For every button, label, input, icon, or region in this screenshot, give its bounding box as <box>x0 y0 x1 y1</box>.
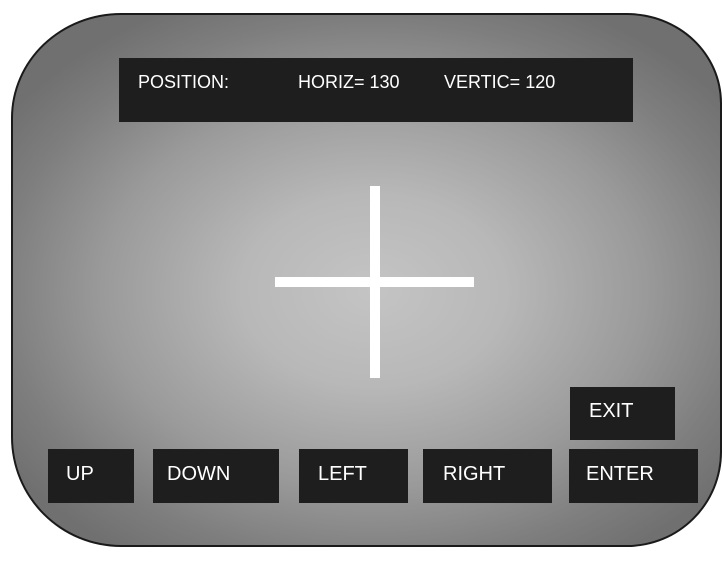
horiz-value: 130 <box>369 72 400 92</box>
left-button[interactable]: LEFT <box>299 449 408 503</box>
right-button[interactable]: RIGHT <box>423 449 552 503</box>
exit-button[interactable]: EXIT <box>570 387 675 440</box>
crosshair-horizontal-line <box>275 277 474 287</box>
position-label: POSITION: <box>138 72 230 92</box>
down-button[interactable]: DOWN <box>153 449 279 503</box>
vertic-value: 120 <box>525 72 556 92</box>
up-button[interactable]: UP <box>48 449 134 503</box>
display-screen: POSITION: HORIZ= 130 VERTIC= 120 EXIT UP… <box>11 13 722 547</box>
vertic-readout: VERTIC= 120 <box>444 72 555 92</box>
horiz-readout: HORIZ= 130 <box>298 72 400 92</box>
vertic-label: VERTIC= <box>444 72 521 92</box>
position-status-bar: POSITION: HORIZ= 130 VERTIC= 120 <box>119 58 633 122</box>
horiz-label: HORIZ= <box>298 72 365 92</box>
enter-button[interactable]: ENTER <box>569 449 698 503</box>
